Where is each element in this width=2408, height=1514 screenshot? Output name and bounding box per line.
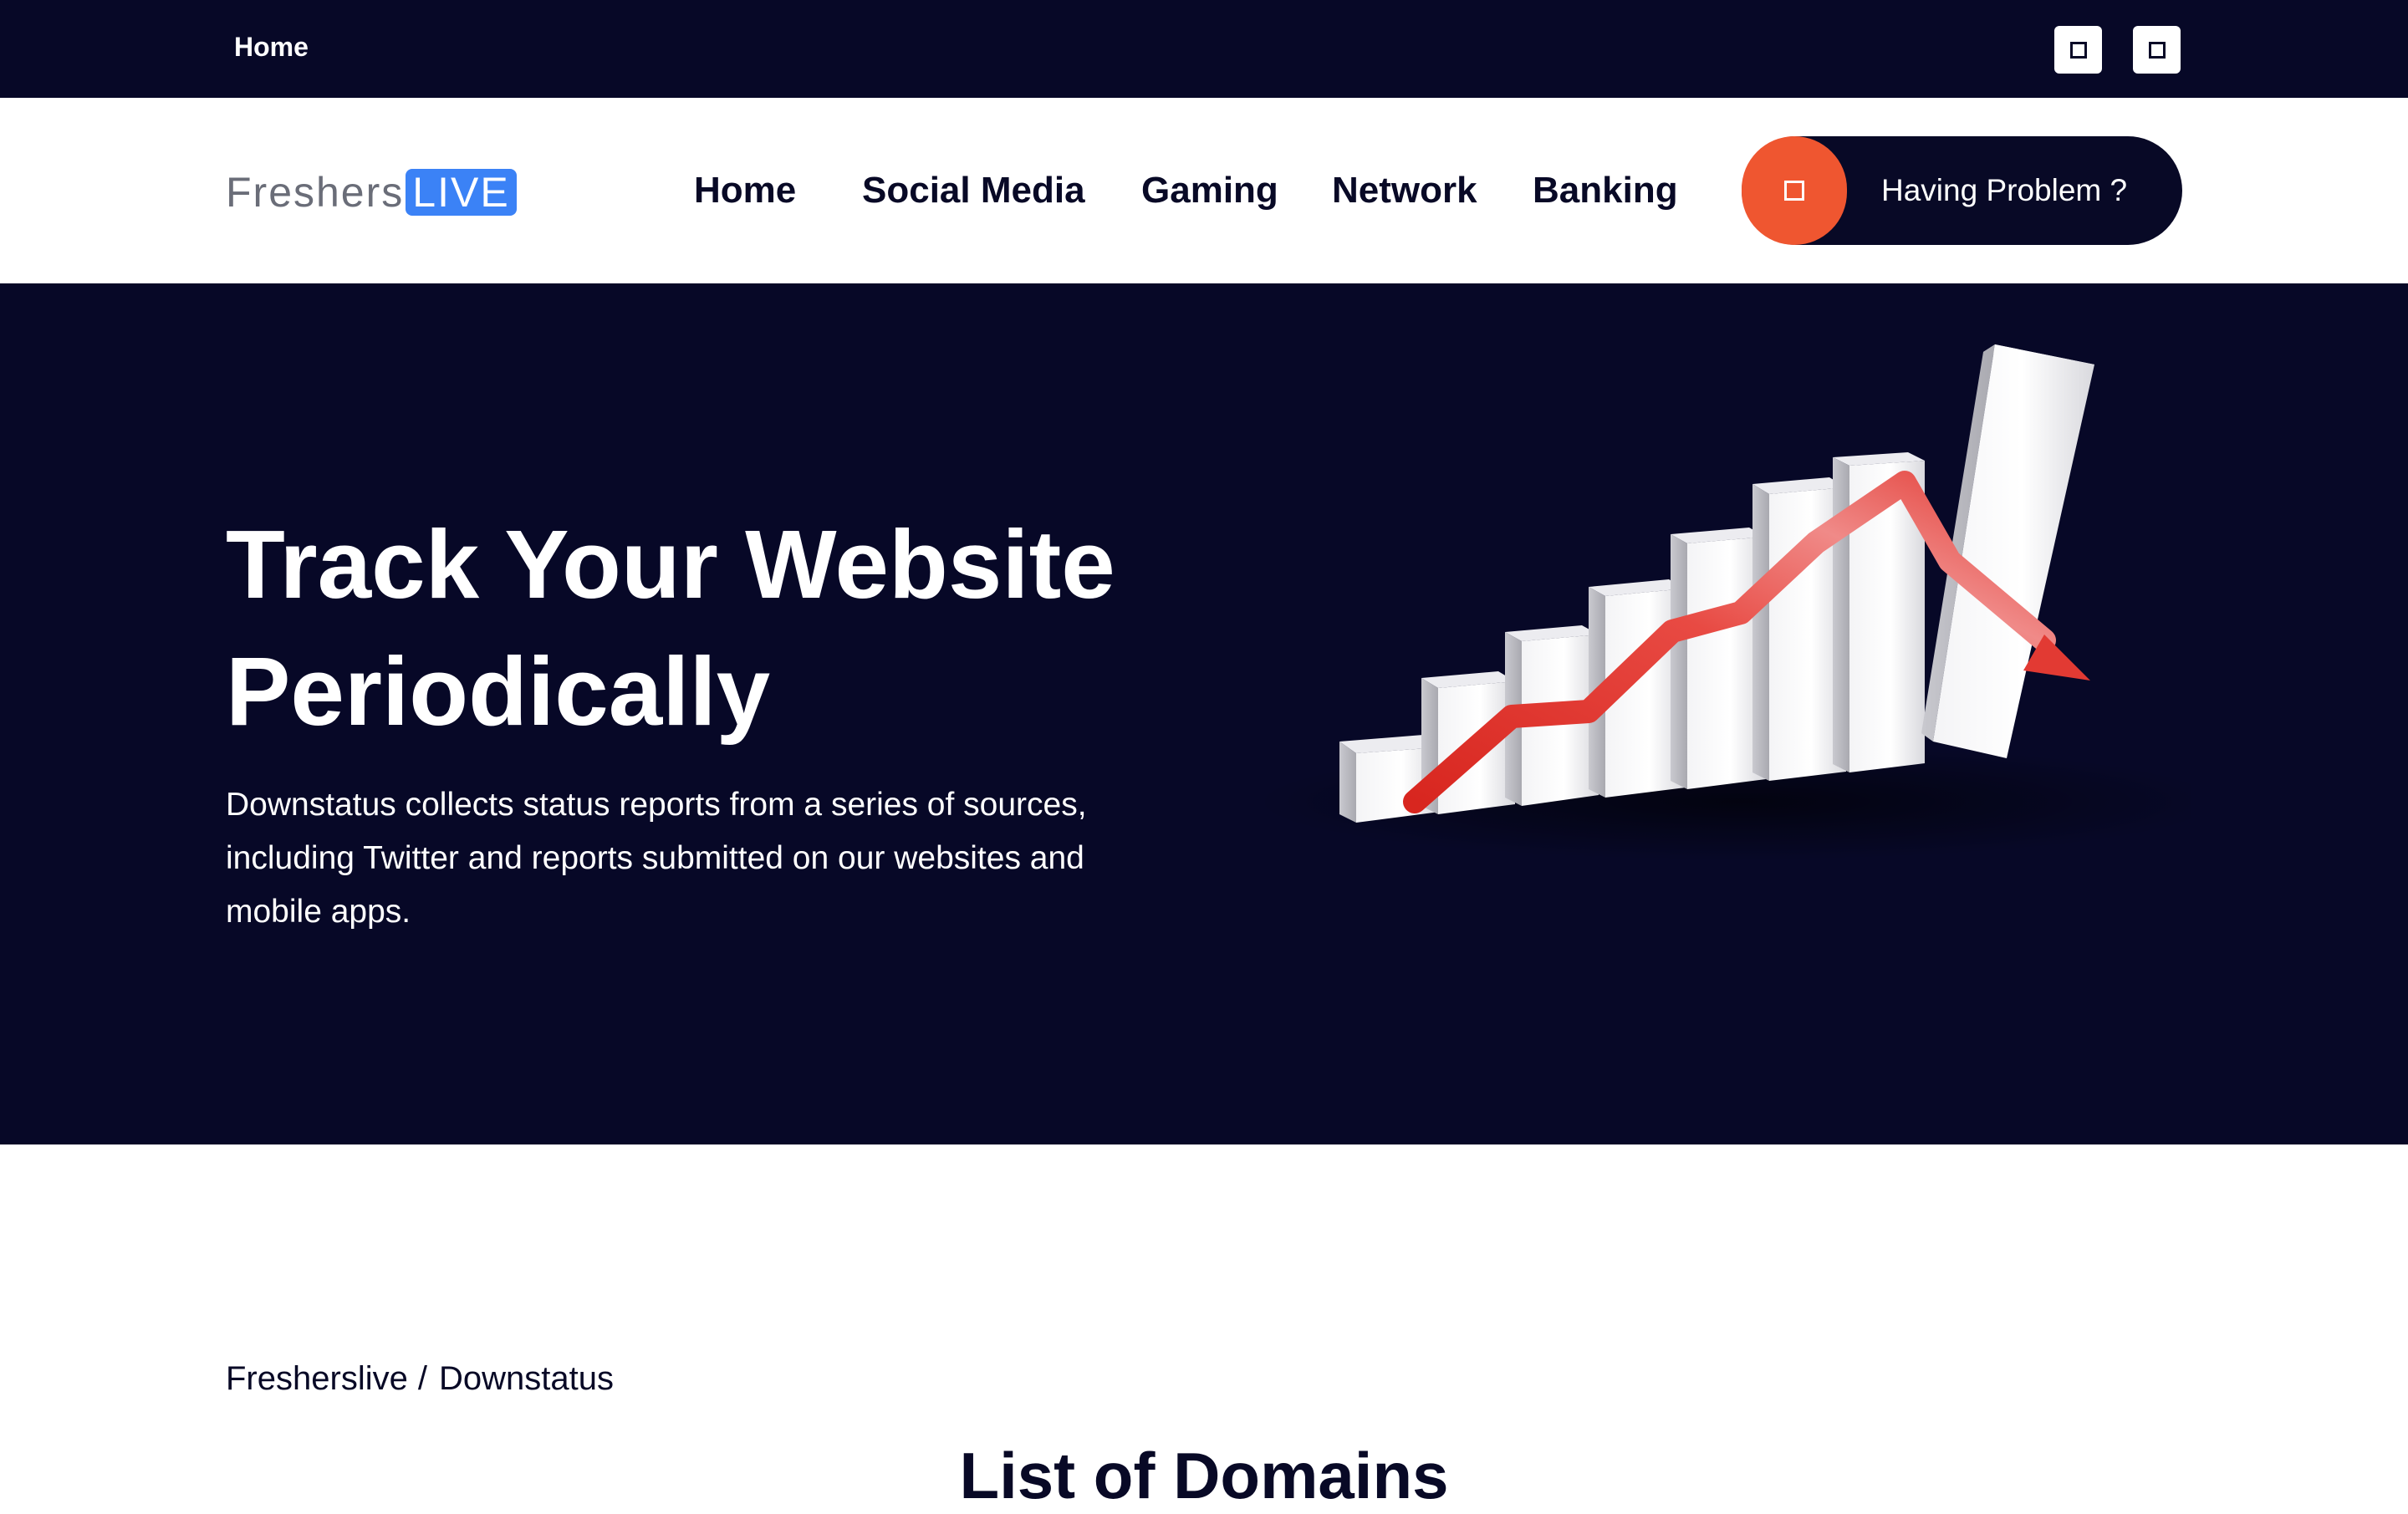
list-of-domains-title: List of Domains [959,1439,1449,1512]
site-logo[interactable]: Freshers LIVE [226,168,517,217]
square-icon [2148,41,2166,59]
bar-chart-trend-illustration [1254,344,2191,860]
cta-icon-circle [1742,136,1847,245]
breadcrumb-separator: / [417,1360,427,1397]
nav-item-network[interactable]: Network [1332,170,1477,212]
nav-item-home[interactable]: Home [694,170,796,212]
hero-description: Downstatus collects status reports from … [226,787,1087,930]
breadcrumb-current: Downstatus [438,1360,614,1397]
square-icon [1784,181,1804,201]
top-bar: Home [0,0,2408,98]
breadcrumb-root[interactable]: Fresherslive [226,1360,408,1398]
hero-title: Track Your Website Periodically [226,501,1313,755]
logo-text-freshers: Freshers [226,169,405,216]
hero-section: Track Your Website Periodically Downstat… [0,283,2408,1144]
logo-text-live: LIVE [406,169,517,216]
square-icon [2069,41,2087,59]
top-home-link[interactable]: Home [234,32,309,63]
hero-title-line-1: Track Your Website [226,510,1115,619]
nav-item-gaming[interactable]: Gaming [1141,170,1278,212]
hero-title-line-2: Periodically [226,637,771,746]
having-problem-button[interactable]: Having Problem ? [1742,136,2182,245]
breadcrumb: Fresherslive / Downstatus [226,1360,614,1398]
main-header: Freshers LIVE Home Social Media Gaming Ne… [0,98,2408,283]
top-icon-button-2[interactable] [2133,26,2181,74]
top-icon-button-1[interactable] [2054,26,2102,74]
cta-label: Having Problem ? [1881,173,2128,207]
nav-item-social-media[interactable]: Social Media [862,170,1085,212]
nav-item-banking[interactable]: Banking [1533,170,1678,212]
